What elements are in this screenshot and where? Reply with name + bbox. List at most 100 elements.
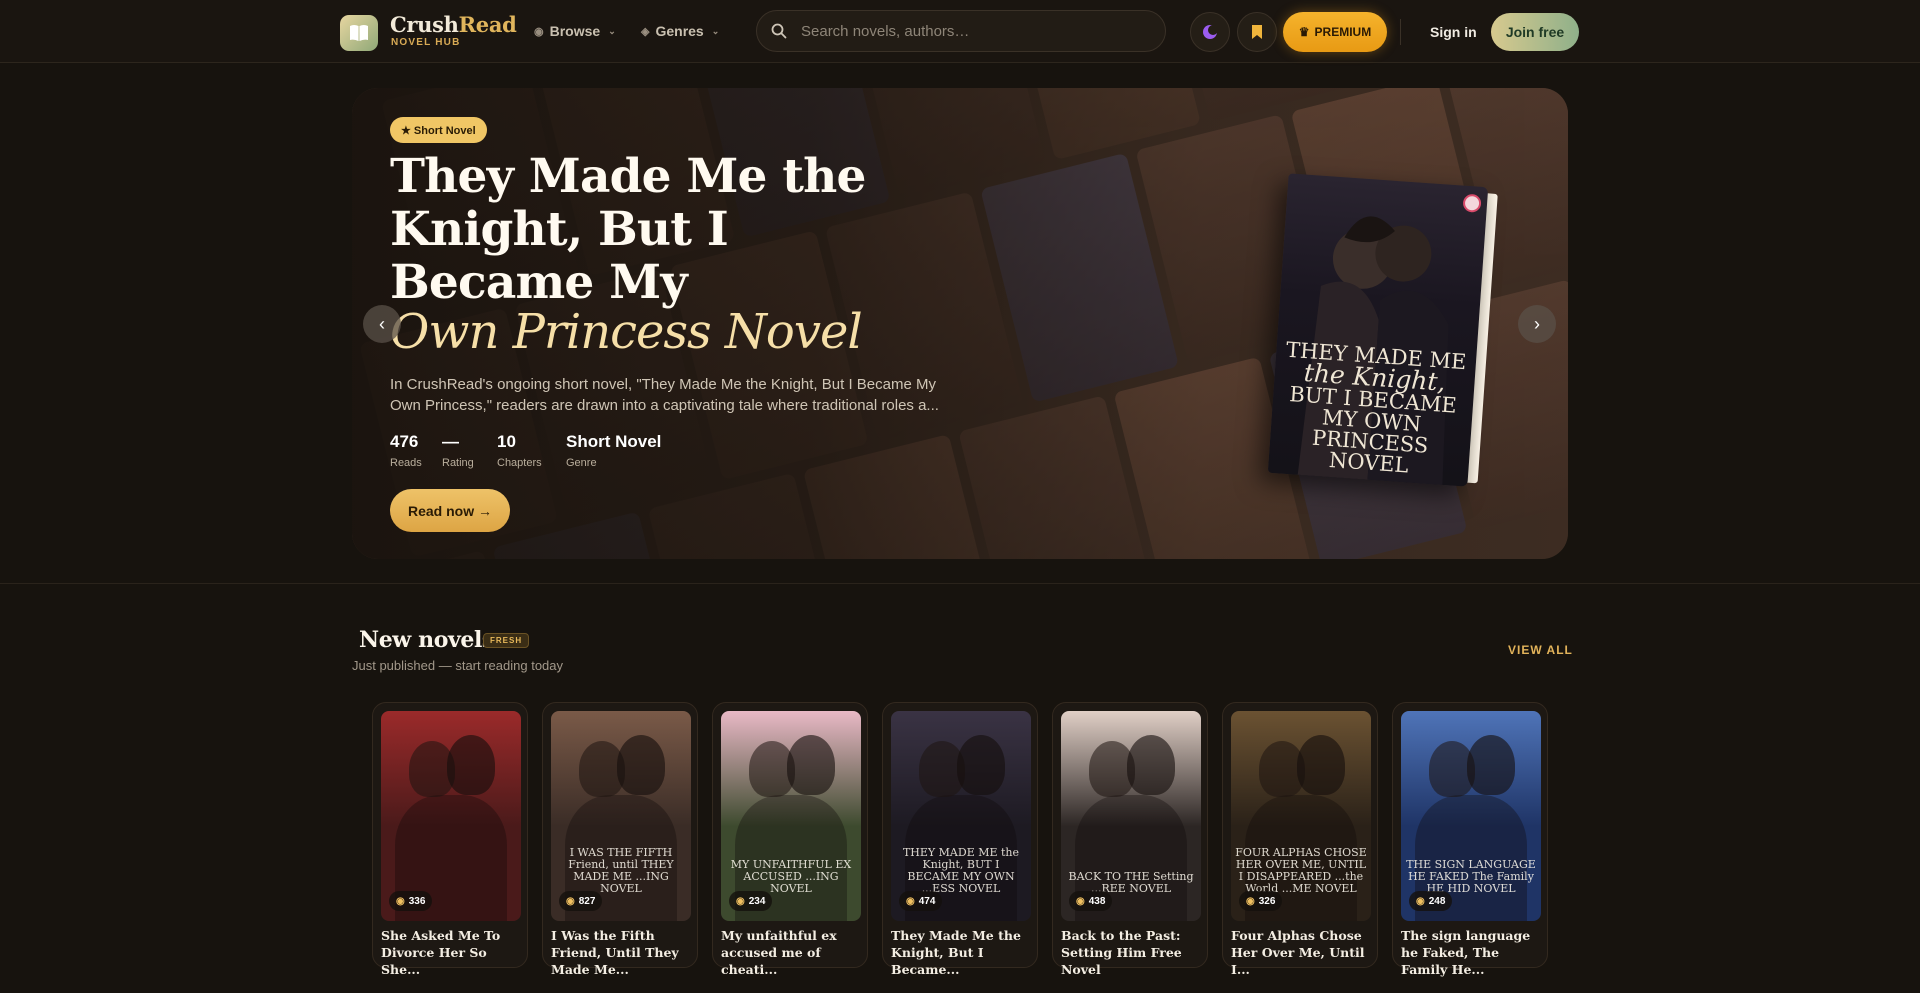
genres-menu[interactable]: ◈ Genres ⌄ — [641, 23, 719, 39]
genre-badge: ★ Short Novel — [390, 117, 487, 143]
eye-icon: ◉ — [1076, 895, 1085, 907]
eye-icon: ◉ — [396, 895, 405, 907]
reads-count: 248 — [1428, 895, 1446, 907]
novel-cover[interactable]: MY UNFAITHFUL EX ACCUSED ...ING NOVEL ◉ 23… — [721, 711, 861, 921]
cover-title-text: FOUR ALPHAS CHOSE HER OVER ME, UNTIL I D… — [1235, 846, 1367, 895]
novel-card[interactable]: FOUR ALPHAS CHOSE HER OVER ME, UNTIL I D… — [1222, 702, 1378, 977]
fresh-badge: FRESH — [483, 633, 530, 648]
stat-rating: — Rating — [442, 432, 474, 469]
tag-icon: ◈ — [641, 25, 650, 38]
view-all-link[interactable]: VIEW ALL — [1508, 643, 1573, 657]
read-now-button[interactable]: Read now → — [390, 489, 510, 532]
bookmarks-button[interactable] — [1237, 12, 1277, 52]
novel-title[interactable]: Back to the Past: Setting Him Free Novel — [1061, 927, 1203, 978]
hero-title: They Made Me the Knight, But I Became My — [390, 149, 866, 310]
nav-divider — [1400, 19, 1401, 45]
eye-icon: ◉ — [736, 895, 745, 907]
search-input[interactable] — [801, 22, 1131, 40]
novel-cover[interactable]: THEY MADE ME the Knight, BUT I BECAME MY… — [891, 711, 1031, 921]
brand-subtitle: NOVEL HUB — [391, 37, 461, 48]
stat-label: Reads — [390, 457, 422, 469]
novel-cover[interactable]: BACK TO THE Setting ...REE NOVEL ◉ 438 — [1061, 711, 1201, 921]
moon-icon — [1203, 25, 1218, 39]
reads-badge: ◉ 474 — [899, 891, 943, 911]
cover-title-text: THE SIGN LANGUAGE HE FAKED The Family HE… — [1406, 858, 1536, 895]
cover-title-text: I WAS THE FIFTH Friend, until THEY MADE … — [568, 846, 674, 895]
novel-card[interactable]: BACK TO THE Setting ...REE NOVEL ◉ 438 Back… — [1052, 702, 1208, 977]
premium-button[interactable]: ♛ PREMIUM — [1283, 12, 1387, 52]
cover-figure — [1127, 735, 1175, 795]
cover-figure — [1297, 735, 1345, 795]
hero-book-cover[interactable]: THEY MADE ME the Knight, BUT I BECAME MY… — [1267, 173, 1498, 487]
theme-toggle-button[interactable] — [1190, 12, 1230, 52]
novel-title[interactable]: They Made Me the Knight, But I Became... — [891, 927, 1033, 978]
section-title: New novels — [359, 627, 494, 653]
novel-card[interactable]: THE SIGN LANGUAGE HE FAKED The Family HE… — [1392, 702, 1548, 977]
signin-link[interactable]: Sign in — [1430, 24, 1477, 40]
stat-value: 10 — [497, 432, 516, 451]
stat-chapters: 10 Chapters — [497, 432, 542, 469]
premium-label: PREMIUM — [1314, 25, 1372, 39]
brand-name[interactable]: CrushRead — [390, 12, 517, 37]
section-subtitle: Just published — start reading today — [352, 658, 564, 673]
hero-description: In CrushRead's ongoing short novel, "The… — [390, 376, 939, 414]
top-navbar: CrushRead NOVEL HUB ◉ Browse ⌄ ◈ Genres … — [0, 0, 1920, 63]
cover-figure — [957, 735, 1005, 795]
browse-label: Browse — [549, 23, 601, 39]
reads-count: 827 — [578, 895, 596, 907]
cover-figure — [617, 735, 665, 795]
novel-cover[interactable]: FOUR ALPHAS CHOSE HER OVER ME, UNTIL I D… — [1231, 711, 1371, 921]
browse-menu[interactable]: ◉ Browse ⌄ — [534, 23, 616, 39]
eye-icon: ◉ — [1416, 895, 1425, 907]
cover-title-text: THEY MADE ME the Knight, BUT I BECAME MY… — [902, 846, 1020, 895]
reads-count: 438 — [1088, 895, 1106, 907]
reads-badge: ◉ 336 — [389, 891, 433, 911]
novel-cover[interactable]: ◉ 336 — [381, 711, 521, 921]
hero-title-italic: Own Princess Novel — [390, 304, 863, 360]
eye-icon: ◉ — [1246, 895, 1255, 907]
novel-card[interactable]: MY UNFAITHFUL EX ACCUSED ...ING NOVEL ◉ 23… — [712, 702, 868, 977]
reads-badge: ◉ 234 — [729, 891, 773, 911]
cover-figure — [787, 735, 835, 795]
novel-cover[interactable]: I WAS THE FIFTH Friend, until THEY MADE … — [551, 711, 691, 921]
novel-card[interactable]: THEY MADE ME the Knight, BUT I BECAME MY… — [882, 702, 1038, 977]
novel-title[interactable]: My unfaithful ex accused me of cheati... — [721, 927, 863, 978]
carousel-prev-button[interactable]: ‹ — [363, 305, 401, 343]
eye-icon: ◉ — [906, 895, 915, 907]
novel-title[interactable]: She Asked Me To Divorce Her So She... — [381, 927, 523, 978]
reads-count: 326 — [1258, 895, 1276, 907]
reads-badge: ◉ 248 — [1409, 891, 1453, 911]
novel-title[interactable]: Four Alphas Chose Her Over Me, Until I..… — [1231, 927, 1373, 978]
stat-label: Genre — [566, 457, 597, 469]
stat-genre: Short Novel Genre — [566, 432, 661, 469]
novel-card[interactable]: ◉ 336 She Asked Me To Divorce Her So She..… — [372, 702, 528, 977]
reads-badge: ◉ 438 — [1069, 891, 1113, 911]
carousel-next-button[interactable]: › — [1518, 305, 1556, 343]
join-free-button[interactable]: Join free — [1491, 13, 1579, 51]
novel-title[interactable]: I Was the Fifth Friend, Until They Made … — [551, 927, 693, 978]
compass-icon: ◉ — [534, 25, 544, 38]
cover-figure — [1467, 735, 1515, 795]
book-cover-art: THEY MADE ME the Knight, BUT I BECAME MY… — [1267, 173, 1489, 487]
eye-icon: ◉ — [566, 895, 575, 907]
stat-value: 476 — [390, 432, 419, 451]
cover-title-text: MY UNFAITHFUL EX ACCUSED ...ING NOVEL — [730, 858, 852, 895]
stat-value: Short Novel — [566, 432, 662, 451]
reads-badge: ◉ 827 — [559, 891, 603, 911]
reads-badge: ◉ 326 — [1239, 891, 1283, 911]
novel-card[interactable]: I WAS THE FIFTH Friend, until THEY MADE … — [542, 702, 698, 977]
stat-label: Chapters — [497, 457, 542, 469]
section-divider — [0, 583, 1920, 584]
search-icon — [771, 23, 787, 39]
cover-figure — [447, 735, 495, 795]
reads-count: 474 — [918, 895, 936, 907]
chevron-down-icon: ⌄ — [711, 25, 720, 36]
search-bar[interactable] — [756, 10, 1166, 52]
book-cover-title: THEY MADE ME the Knight, BUT I BECAME MY… — [1285, 337, 1468, 478]
crown-icon: ♛ — [1298, 25, 1310, 39]
novel-title[interactable]: The sign language he Faked, The Family H… — [1401, 927, 1543, 978]
book-logo-icon[interactable] — [340, 15, 378, 51]
novel-cover[interactable]: THE SIGN LANGUAGE HE FAKED The Family HE… — [1401, 711, 1541, 921]
reads-count: 336 — [408, 895, 426, 907]
stat-value: — — [442, 432, 459, 451]
